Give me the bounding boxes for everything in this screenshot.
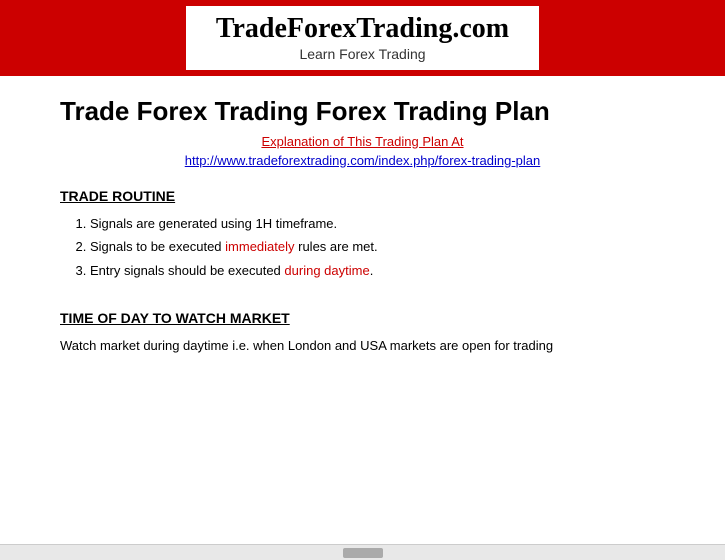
section1-title: TRADE ROUTINE <box>60 188 665 204</box>
scrollbar-area[interactable] <box>0 544 725 560</box>
item3-after: . <box>370 263 374 278</box>
list-item: Signals to be executed immediately rules… <box>90 237 665 257</box>
item3-highlight: during daytime <box>284 263 369 278</box>
header-bar: TradeForexTrading.com Learn Forex Tradin… <box>0 0 725 76</box>
item1-text: Signals are generated using 1H timeframe… <box>90 216 337 231</box>
site-title: TradeForexTrading.com <box>216 12 509 46</box>
item2-before: Signals to be executed <box>90 239 225 254</box>
site-subtitle: Learn Forex Trading <box>216 46 509 62</box>
page-wrapper: TradeForexTrading.com Learn Forex Tradin… <box>0 0 725 560</box>
main-content: Trade Forex Trading Forex Trading Plan E… <box>0 76 725 544</box>
header-inner: TradeForexTrading.com Learn Forex Tradin… <box>186 6 539 70</box>
trade-routine-list: Signals are generated using 1H timeframe… <box>90 214 665 281</box>
list-item: Signals are generated using 1H timeframe… <box>90 214 665 234</box>
item2-highlight: immediately <box>225 239 294 254</box>
item3-before: Entry signals should be executed <box>90 263 284 278</box>
section2-title: TIME OF DAY TO WATCH MARKET <box>60 310 665 326</box>
section2-body: Watch market during daytime i.e. when Lo… <box>60 336 665 356</box>
explanation-link[interactable]: http://www.tradeforextrading.com/index.p… <box>60 153 665 168</box>
explanation-label: Explanation of This Trading Plan At <box>261 134 463 149</box>
item2-after: rules are met. <box>295 239 378 254</box>
list-item: Entry signals should be executed during … <box>90 261 665 281</box>
explanation-label-line: Explanation of This Trading Plan At <box>60 133 665 151</box>
scrollbar-thumb[interactable] <box>343 548 383 558</box>
page-title: Trade Forex Trading Forex Trading Plan <box>60 96 665 127</box>
